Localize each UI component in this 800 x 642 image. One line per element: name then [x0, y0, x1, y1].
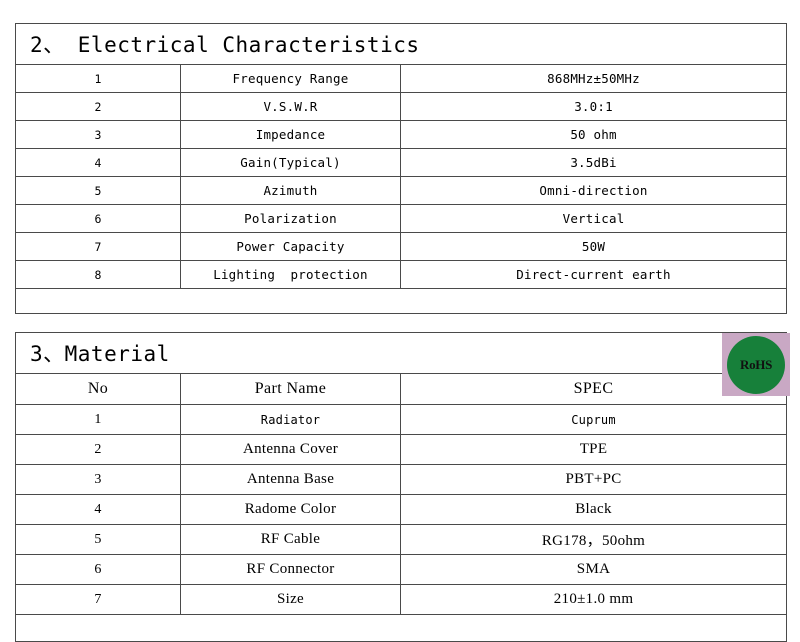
electrical-spacer-cell [14, 288, 788, 314]
table-row: 7 Power Capacity 50W [15, 232, 788, 261]
material-row-spec: SMA [399, 554, 788, 585]
rohs-label: RoHS [739, 357, 773, 372]
material-row-part-name: Antenna Cover [180, 434, 401, 465]
datasheet-page: 2、 Electrical Characteristics 1 Frequenc… [0, 0, 800, 642]
material-row-part-name: Antenna Base [180, 464, 401, 495]
electrical-row-no: 5 [15, 176, 181, 205]
electrical-section-heading: 2、 Electrical Characteristics [14, 23, 788, 65]
material-row-no: 4 [15, 494, 181, 525]
electrical-row-value: 3.0:1 [399, 92, 788, 121]
rohs-circle: RoHS [727, 335, 785, 394]
material-row-no: 1 [15, 404, 181, 435]
table-row: 6 Polarization Vertical [15, 204, 788, 233]
electrical-row-value: 3.5dBi [399, 148, 788, 177]
material-row-part-name: Radome Color [180, 494, 401, 525]
electrical-characteristics-table: 2、 Electrical Characteristics 1 Frequenc… [14, 23, 788, 314]
electrical-row-no: 4 [15, 148, 181, 177]
table-row: 8 Lighting protection Direct-current ear… [15, 260, 788, 289]
material-row-no: 7 [15, 584, 181, 615]
table-row: 4 Gain(Typical) 3.5dBi [15, 148, 788, 177]
material-spacer-cell [14, 614, 788, 642]
material-row-spec: RG178，50ohm [399, 524, 788, 555]
rohs-badge-icon: RoHS [722, 333, 790, 396]
material-row-no: 5 [15, 524, 181, 555]
electrical-row-no: 2 [15, 92, 181, 121]
electrical-row-parameter: Polarization [180, 204, 401, 233]
electrical-row-value: Direct-current earth [399, 260, 788, 289]
material-row-no: 2 [15, 434, 181, 465]
table-row: 6 RF Connector SMA [15, 554, 788, 585]
material-row-spec: Cuprum [399, 404, 788, 435]
electrical-spacer-row [14, 288, 788, 314]
material-row-spec: TPE [399, 434, 788, 465]
electrical-row-value: Vertical [399, 204, 788, 233]
material-row-no: 6 [15, 554, 181, 585]
electrical-row-value: 50W [399, 232, 788, 261]
electrical-row-no: 3 [15, 120, 181, 149]
material-heading-row: 3、Material [14, 332, 788, 374]
electrical-row-no: 6 [15, 204, 181, 233]
table-row: 4 Radome Color Black [15, 494, 788, 525]
electrical-row-value: 50 ohm [399, 120, 788, 149]
table-row: 7 Size 210±1.0 mm [15, 584, 788, 615]
electrical-row-no: 8 [15, 260, 181, 289]
material-row-part-name: Radiator [180, 404, 401, 435]
material-table: 3、Material No Part Name SPEC 1 Radiator … [14, 332, 788, 642]
material-row-part-name: Size [180, 584, 401, 615]
electrical-row-parameter: Lighting protection [180, 260, 401, 289]
electrical-row-no: 1 [15, 64, 181, 93]
material-row-part-name: RF Connector [180, 554, 401, 585]
electrical-row-parameter: Frequency Range [180, 64, 401, 93]
electrical-row-parameter: V.S.W.R [180, 92, 401, 121]
electrical-row-parameter: Power Capacity [180, 232, 401, 261]
table-row: 2 Antenna Cover TPE [15, 434, 788, 465]
material-section-heading: 3、Material [14, 332, 788, 374]
table-row: 3 Impedance 50 ohm [15, 120, 788, 149]
material-header-row: No Part Name SPEC [15, 373, 788, 405]
electrical-row-value: 868MHz±50MHz [399, 64, 788, 93]
table-row: 3 Antenna Base PBT+PC [15, 464, 788, 495]
table-row: 1 Radiator Cuprum [15, 404, 788, 435]
table-row: 5 RF Cable RG178，50ohm [15, 524, 788, 555]
material-row-spec: Black [399, 494, 788, 525]
electrical-row-value: Omni-direction [399, 176, 788, 205]
material-row-spec: 210±1.0 mm [399, 584, 788, 615]
table-row: 5 Azimuth Omni-direction [15, 176, 788, 205]
electrical-row-parameter: Gain(Typical) [180, 148, 401, 177]
electrical-row-parameter: Azimuth [180, 176, 401, 205]
electrical-heading-row: 2、 Electrical Characteristics [14, 23, 788, 65]
material-header-no: No [15, 373, 181, 405]
material-row-spec: PBT+PC [399, 464, 788, 495]
electrical-row-no: 7 [15, 232, 181, 261]
electrical-row-parameter: Impedance [180, 120, 401, 149]
material-spacer-row [14, 614, 788, 642]
material-row-part-name: RF Cable [180, 524, 401, 555]
material-header-part-name: Part Name [180, 373, 401, 405]
material-row-no: 3 [15, 464, 181, 495]
table-row: 2 V.S.W.R 3.0:1 [15, 92, 788, 121]
table-row: 1 Frequency Range 868MHz±50MHz [15, 64, 788, 93]
